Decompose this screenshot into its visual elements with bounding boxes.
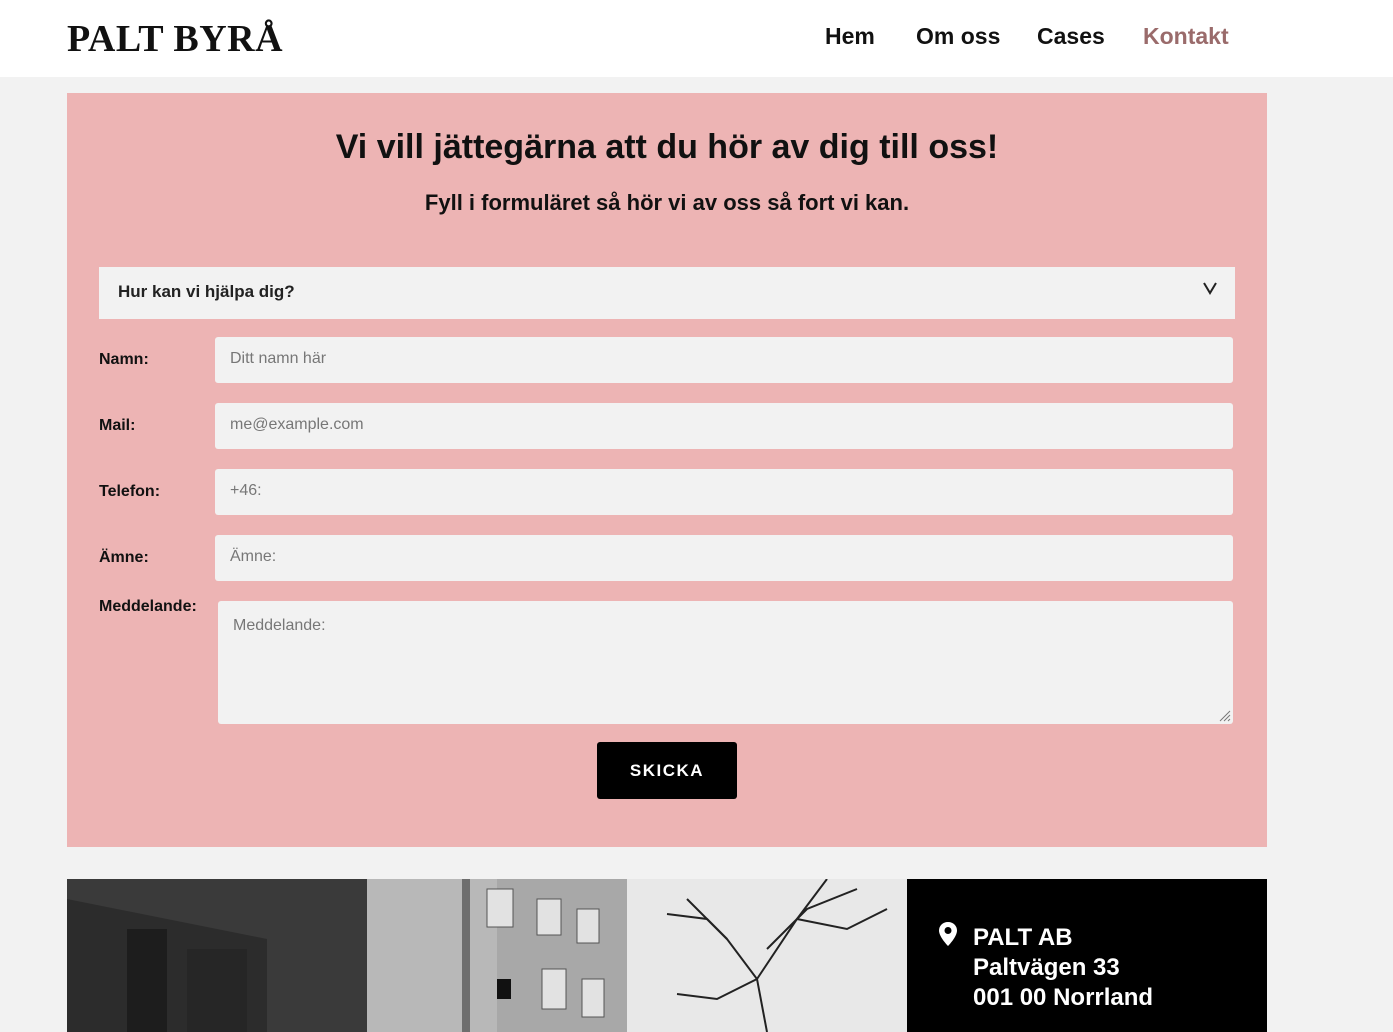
site-header: PALT BYRÅ Hem Om oss Cases Kontakt	[0, 0, 1393, 77]
main-nav: Hem Om oss Cases Kontakt	[0, 20, 1393, 54]
message-placeholder: Meddelande:	[233, 617, 326, 634]
mail-placeholder: me@example.com	[230, 416, 364, 433]
help-select-value: Hur kan vi hjälpa dig?	[118, 282, 295, 301]
address-postal: 001 00 Norrland	[973, 984, 1154, 1011]
nav-item-kontakt[interactable]: Kontakt	[1143, 20, 1229, 52]
help-select[interactable]: Hur kan vi hjälpa dig?	[99, 267, 1235, 319]
chevron-down-icon	[1203, 278, 1217, 301]
nav-item-hem[interactable]: Hem	[825, 20, 875, 52]
subject-label: Ämne:	[99, 549, 149, 566]
name-label: Namn:	[99, 351, 149, 368]
contact-heading: Vi vill jättegärna att du hör av dig til…	[335, 128, 999, 166]
phone-label: Telefon:	[99, 483, 161, 500]
contact-subheading: Fyll i formuläret så hör vi av oss så fo…	[424, 190, 910, 215]
phone-field[interactable]: +46:	[215, 469, 1233, 515]
address-company: PALT AB	[973, 924, 1073, 951]
subject-placeholder: Ämne:	[230, 548, 277, 565]
map-pin-icon	[939, 922, 957, 946]
nav-item-cases[interactable]: Cases	[1037, 20, 1105, 52]
name-field[interactable]: Ditt namn här	[215, 337, 1233, 383]
message-field[interactable]: Meddelande:	[218, 601, 1233, 724]
submit-button[interactable]: SKICKA	[597, 742, 737, 799]
nav-item-om-oss[interactable]: Om oss	[916, 20, 1000, 52]
message-label: Meddelande:	[99, 598, 197, 615]
address-street: Paltvägen 33	[973, 954, 1120, 981]
mail-field[interactable]: me@example.com	[215, 403, 1233, 449]
resize-handle-icon[interactable]	[1219, 710, 1231, 722]
phone-placeholder: +46:	[230, 482, 262, 499]
mail-label: Mail:	[99, 417, 136, 434]
name-placeholder: Ditt namn här	[230, 350, 327, 367]
subject-field[interactable]: Ämne:	[215, 535, 1233, 581]
address-block: PALT AB Paltvägen 33 001 00 Norrland	[907, 879, 1267, 1032]
office-building-photo	[67, 879, 907, 1032]
